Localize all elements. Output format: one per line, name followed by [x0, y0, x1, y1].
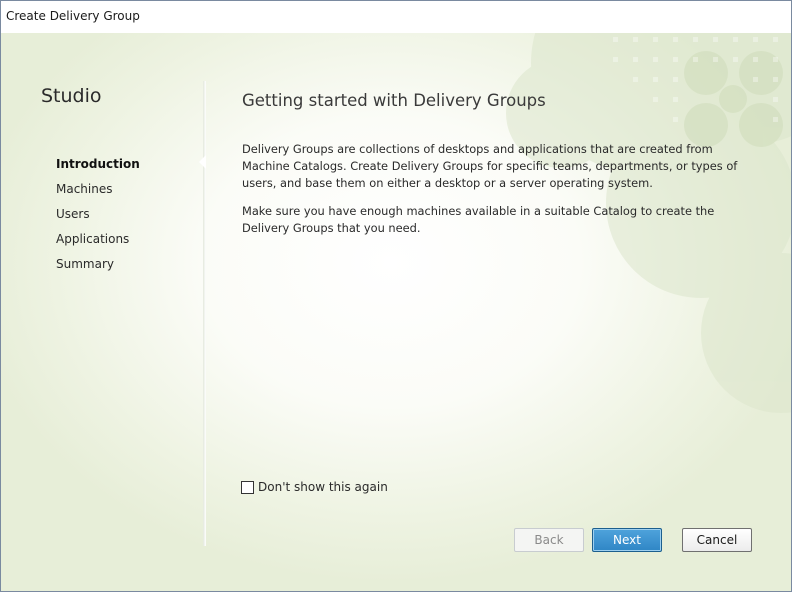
dont-show-again-label[interactable]: Don't show this again	[258, 480, 388, 494]
wizard-steps-nav: Introduction Machines Users Applications…	[56, 156, 140, 281]
title-bar[interactable]: Create Delivery Group	[1, 1, 791, 33]
create-delivery-group-window: Create Delivery Group Studio Introductio…	[0, 0, 792, 592]
dont-show-again-checkbox[interactable]	[241, 480, 254, 494]
background-decoration	[506, 33, 791, 413]
back-button[interactable]: Back	[514, 528, 584, 552]
intro-paragraph: Delivery Groups are collections of deskt…	[242, 142, 738, 190]
nav-step-users[interactable]: Users	[56, 206, 140, 231]
catalog-note-paragraph: Make sure you have enough machines avail…	[242, 204, 715, 235]
cancel-button[interactable]: Cancel	[682, 528, 752, 552]
wizard-client-area: Studio Introduction Machines Users Appli…	[1, 33, 791, 591]
window-title: Create Delivery Group	[6, 9, 140, 23]
nav-step-summary[interactable]: Summary	[56, 256, 140, 281]
nav-step-applications[interactable]: Applications	[56, 231, 140, 256]
next-button[interactable]: Next	[592, 528, 662, 552]
sidebar-divider	[203, 81, 206, 546]
dont-show-again-option[interactable]: Don't show this again	[241, 480, 388, 494]
page-heading: Getting started with Delivery Groups	[242, 91, 546, 110]
nav-step-machines[interactable]: Machines	[56, 181, 140, 206]
active-step-pointer	[199, 155, 206, 169]
nav-step-introduction[interactable]: Introduction	[56, 156, 140, 181]
studio-title: Studio	[41, 85, 102, 107]
